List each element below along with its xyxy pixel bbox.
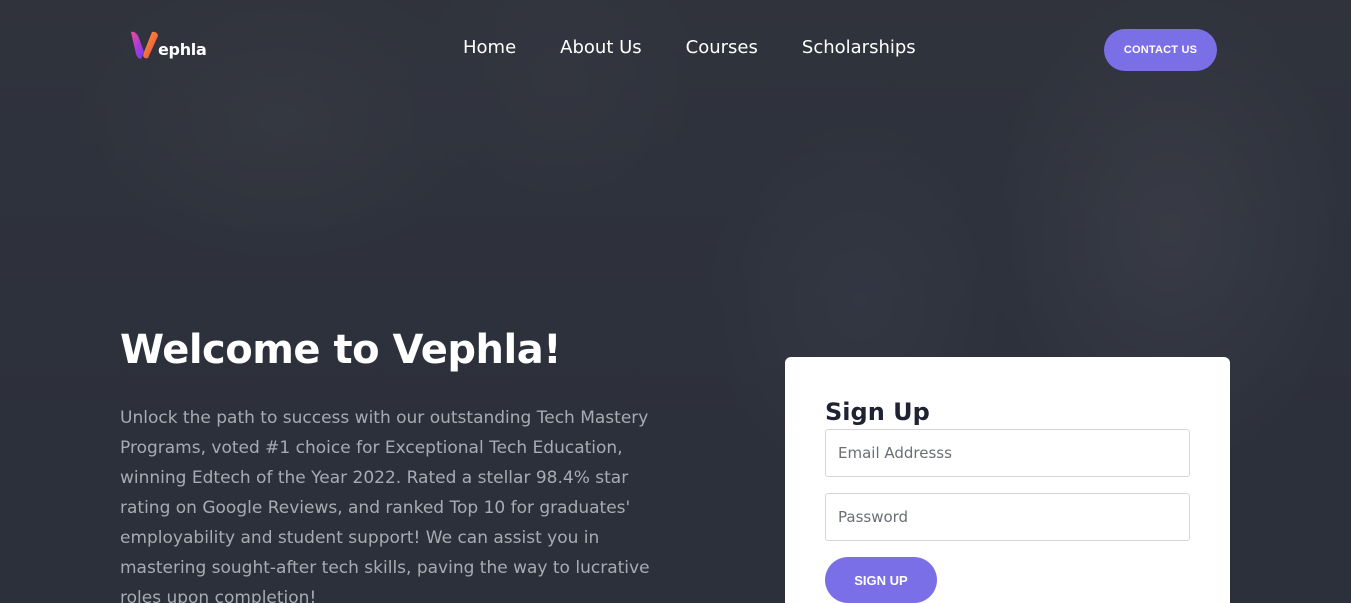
hero-description: Unlock the path to success with our outs…	[120, 408, 650, 603]
brand-logo[interactable]: ephla	[128, 28, 207, 62]
site-header: ephla Home About Us Courses Scholarships…	[0, 0, 1351, 100]
logo-text: ephla	[158, 40, 207, 59]
nav-scholarships[interactable]: Scholarships	[802, 37, 916, 58]
contact-us-button[interactable]: CONTACT US	[1104, 29, 1217, 71]
vephla-logo-icon	[131, 31, 158, 59]
password-field[interactable]	[825, 493, 1190, 541]
email-field[interactable]	[825, 429, 1190, 477]
hero-title: Welcome to Vephla!	[120, 327, 561, 373]
signup-form: Sign Up SIGN UP	[785, 357, 1230, 603]
hero-content: Welcome to Vephla! Unlock the path to su…	[120, 327, 665, 603]
main-nav: Home About Us Courses Scholarships	[463, 37, 916, 58]
nav-home[interactable]: Home	[463, 37, 516, 58]
sign-up-button[interactable]: SIGN UP	[825, 557, 937, 603]
nav-courses[interactable]: Courses	[686, 37, 758, 58]
signup-title: Sign Up	[825, 398, 930, 426]
nav-about-us[interactable]: About Us	[560, 37, 642, 58]
